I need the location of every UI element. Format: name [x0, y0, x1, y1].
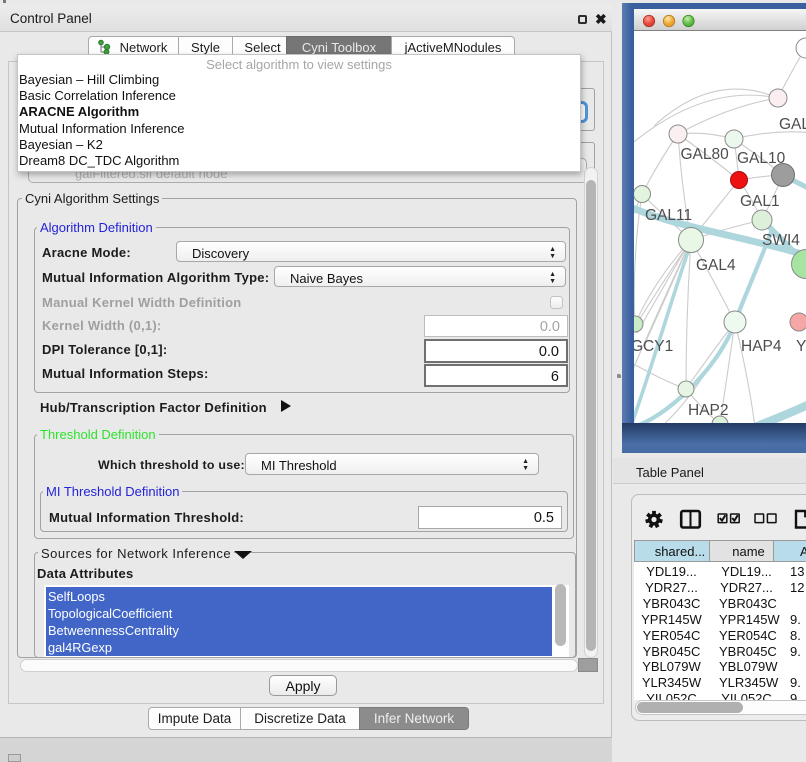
svg-text:GCY1: GCY1 [634, 338, 673, 355]
svg-text:GAL2: GAL2 [779, 116, 806, 133]
svg-text:GAL1: GAL1 [740, 193, 780, 210]
svg-text:SWI4: SWI4 [762, 232, 800, 249]
svg-text:GAL11: GAL11 [645, 207, 692, 224]
svg-text:Y: Y [796, 338, 806, 355]
svg-text:GAL10: GAL10 [737, 150, 786, 167]
svg-text:HAP4: HAP4 [741, 338, 782, 355]
svg-text:GAL4: GAL4 [696, 257, 736, 274]
svg-text:HAP2: HAP2 [688, 402, 729, 419]
svg-text:GAL80: GAL80 [681, 146, 730, 163]
